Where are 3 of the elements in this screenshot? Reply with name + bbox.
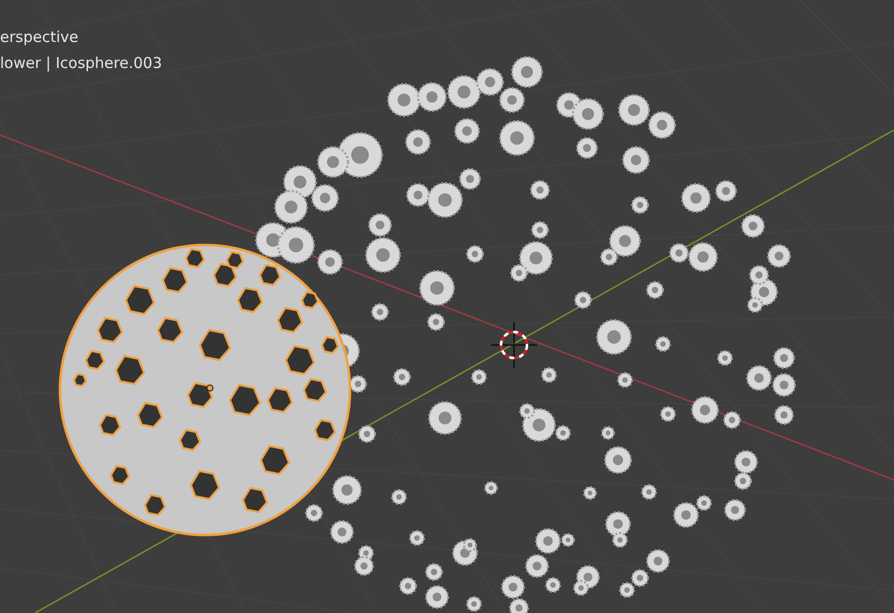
cursor-icon xyxy=(491,322,537,368)
view-name-label: erspective xyxy=(0,27,80,48)
object-info-label: lower | Icosphere.003 xyxy=(0,53,162,74)
